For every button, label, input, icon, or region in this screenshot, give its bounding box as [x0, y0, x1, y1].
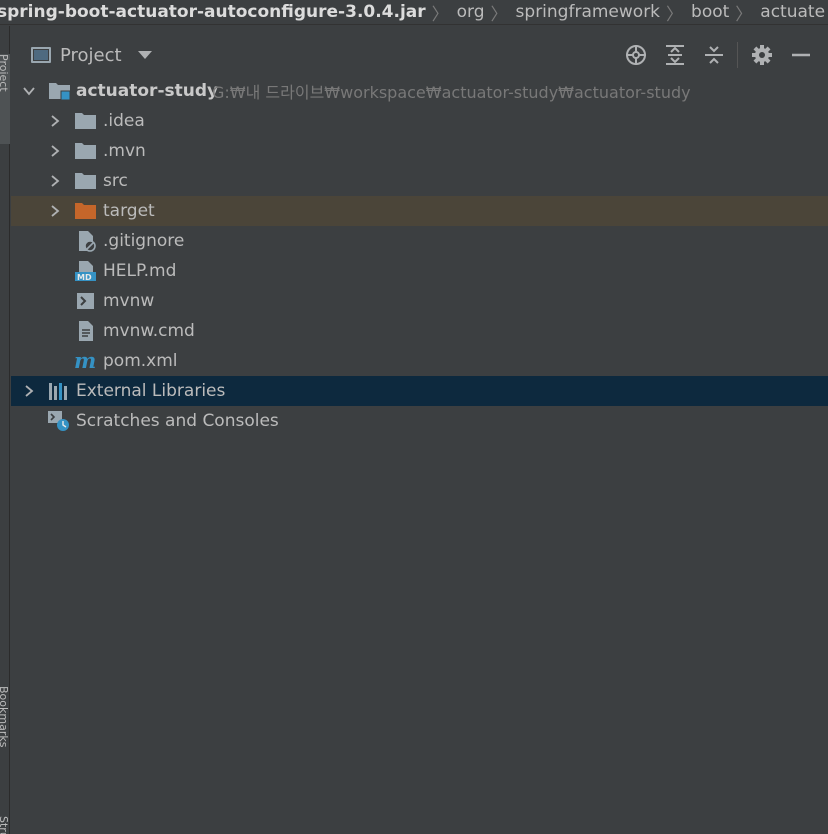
svg-text:MD: MD	[77, 273, 92, 282]
tree-item-label: Scratches and Consoles	[76, 411, 279, 431]
chevron-right-icon[interactable]	[47, 173, 63, 189]
collapse-all-button[interactable]	[694, 40, 733, 70]
expand-all-button[interactable]	[655, 40, 694, 70]
settings-button[interactable]	[742, 40, 781, 70]
tree-root-actuator-study[interactable]: actuator-study G:₩내 드라이브₩workspace₩actua…	[11, 76, 828, 106]
project-tree: actuator-study G:₩내 드라이브₩workspace₩actua…	[11, 76, 828, 436]
ignored-file-icon	[74, 230, 98, 252]
project-window-icon	[31, 47, 51, 63]
root-path: G:₩내 드라이브₩workspace₩actuator-study₩actua…	[212, 83, 691, 102]
tool-tab-bookmarks[interactable]: Bookmarks	[0, 686, 10, 782]
locate-file-button[interactable]	[616, 40, 655, 70]
project-view-selector[interactable]: Project	[31, 45, 152, 66]
tree-item-label: .gitignore	[103, 231, 185, 251]
expand-all-icon	[665, 45, 684, 65]
tree-item-label: target	[103, 201, 155, 221]
navigation-breadcrumb: spring-boot-actuator-autoconfigure-3.0.4…	[0, 0, 828, 25]
tool-tab-project[interactable]: Project	[0, 54, 10, 144]
project-panel-header: Project	[11, 37, 828, 73]
scratches-icon	[47, 410, 71, 432]
breadcrumb-separator: 〉	[666, 4, 684, 25]
tree-item-label: External Libraries	[76, 381, 226, 401]
panel-title: Project	[60, 44, 122, 66]
folder-icon	[74, 140, 98, 162]
gear-icon	[751, 45, 772, 65]
breadcrumb-org[interactable]: org	[457, 2, 485, 22]
tree-item-label: src	[103, 171, 128, 191]
tree-item-label: HELP.md	[103, 261, 177, 281]
root-label: actuator-study	[76, 81, 219, 101]
tree-item-idea[interactable]: .idea	[11, 106, 828, 136]
chevron-right-icon[interactable]	[47, 203, 63, 219]
breadcrumb-boot[interactable]: boot	[691, 2, 729, 22]
excluded-folder-icon	[74, 200, 98, 222]
module-folder-icon	[48, 80, 72, 102]
tree-item-scratches[interactable]: Scratches and Consoles	[11, 406, 828, 436]
markdown-file-icon: MD	[74, 260, 98, 282]
breadcrumb-actuate[interactable]: actuate	[760, 2, 825, 22]
chevron-down-icon[interactable]	[21, 83, 37, 99]
chevron-right-icon[interactable]	[47, 113, 63, 129]
shell-script-icon	[74, 290, 98, 312]
tree-item-mvnw-cmd[interactable]: mvnw.cmd	[11, 316, 828, 346]
breadcrumb-separator: 〉	[735, 4, 753, 25]
hide-panel-button[interactable]	[781, 40, 820, 70]
breadcrumb-separator: 〉	[431, 4, 449, 25]
tree-item-label: .mvn	[103, 141, 146, 161]
folder-icon	[74, 110, 98, 132]
tree-item-label: pom.xml	[103, 351, 178, 371]
text-file-icon	[74, 320, 98, 342]
tree-item-help-md[interactable]: MD HELP.md	[11, 256, 828, 286]
tree-item-external-libraries[interactable]: External Libraries	[11, 376, 828, 406]
folder-icon	[74, 170, 98, 192]
chevron-right-icon[interactable]	[21, 383, 37, 399]
libraries-icon	[47, 380, 71, 402]
toolbar-divider	[737, 42, 738, 68]
minimize-icon	[791, 53, 810, 57]
svg-text:m: m	[74, 350, 96, 372]
locate-icon	[625, 45, 646, 65]
panel-toolbar	[616, 37, 820, 73]
tree-item-label: mvnw.cmd	[103, 321, 195, 341]
tree-item-gitignore[interactable]: .gitignore	[11, 226, 828, 256]
dropdown-arrow-icon	[137, 51, 152, 59]
maven-icon: m	[74, 348, 98, 373]
tree-item-label: mvnw	[103, 291, 155, 311]
chevron-right-icon[interactable]	[47, 143, 63, 159]
breadcrumb-jar[interactable]: spring-boot-actuator-autoconfigure-3.0.4…	[0, 2, 426, 22]
tool-tab-structure[interactable]: Structure	[0, 816, 10, 834]
tree-item-src[interactable]: src	[11, 166, 828, 196]
breadcrumb-springframework[interactable]: springframework	[516, 2, 660, 22]
breadcrumb-separator: 〉	[490, 4, 508, 25]
tree-item-mvn[interactable]: .mvn	[11, 136, 828, 166]
left-tool-strip: Project Bookmarks Structure	[0, 26, 10, 834]
tree-item-pom-xml[interactable]: m pom.xml	[11, 346, 828, 376]
tree-item-mvnw[interactable]: mvnw	[11, 286, 828, 316]
tree-item-label: .idea	[103, 111, 145, 131]
tree-item-target[interactable]: target	[11, 196, 828, 226]
collapse-all-icon	[704, 46, 723, 64]
